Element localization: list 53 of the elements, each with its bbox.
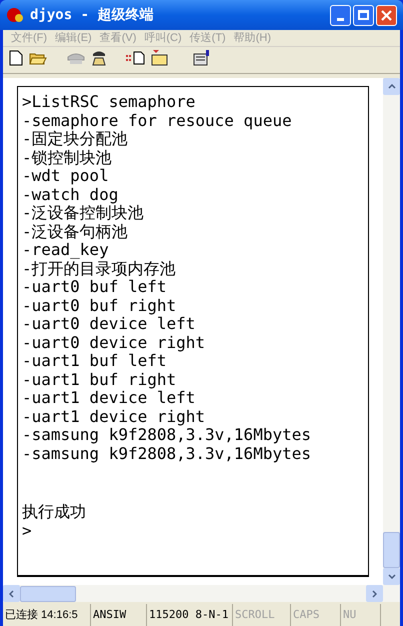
terminal-line: -samsung k9f2808,3.3v,16Mbytes [22,444,311,463]
terminal-line: -锁控制块池 [22,148,112,167]
status-field: NU [341,604,381,626]
window-title: djyos - 超级终端 [30,6,154,24]
status-field: 115200 8-N-1 [147,604,233,626]
status-field: CAPS [291,604,341,626]
terminal-line: -固定块分配池 [22,130,128,148]
menu-item[interactable]: 帮助(H) [230,30,275,46]
terminal-line: -uart1 buf right [22,370,176,389]
terminal-line: -uart1 buf left [22,352,166,370]
menu-item[interactable]: 查看(V) [96,30,140,46]
terminal-line: -read_key [22,241,109,260]
vertical-scrollbar[interactable] [383,78,400,585]
maximize-button[interactable] [353,4,374,26]
close-button[interactable] [376,4,397,26]
terminal-line: -uart0 device right [22,334,206,352]
send-document-icon[interactable] [125,51,145,65]
terminal-line: 执行成功 [22,503,86,522]
terminal-line: -samsung k9f2808,3.3v,16Mbytes [22,426,311,444]
terminal-line: -泛设备句柄池 [22,222,128,241]
terminal-line: -打开的目录项内存池 [22,260,176,278]
terminal-line: -semaphore for resouce queue [22,112,292,130]
terminal-line: -uart0 device left [22,315,196,334]
terminal-line: -uart1 device right [22,408,206,426]
terminal-line: -watch dog [22,186,118,204]
new-document-icon[interactable] [9,50,23,66]
terminal-line: > [22,522,32,540]
properties-icon[interactable] [193,50,211,66]
terminal-line: -uart0 buf left [22,278,166,296]
chevron-right-icon[interactable] [372,590,377,598]
chevron-down-icon[interactable] [388,574,396,579]
horizontal-scrollbar[interactable] [3,585,400,602]
menu-item[interactable]: 传送(T) [186,30,230,46]
status-field: 已连接 14:16:5 [3,604,91,626]
terminal-line: -泛设备控制块池 [22,204,144,222]
minimize-button[interactable] [330,4,351,26]
chevron-left-icon[interactable] [9,590,14,598]
terminal-line: >ListRSC semaphore [22,93,196,112]
status-field: ANSIW [91,604,147,626]
terminal-line: -wdt pool [22,167,109,186]
scrollbar-thumb[interactable] [20,586,76,602]
status-field: SCROLL [233,604,291,626]
folder-icon[interactable] [29,51,47,65]
receive-folder-icon[interactable] [151,50,169,66]
menu-item[interactable]: 编辑(E) [51,30,96,46]
scrollbar-thumb[interactable] [383,532,400,568]
menu-item[interactable]: 呼叫(C) [140,30,186,46]
terminal-line: -uart1 device left [22,389,196,408]
close-icon [381,10,392,20]
menu-item[interactable]: 文件(F) [7,30,52,46]
terminal[interactable] [17,86,369,577]
terminal-line: -uart0 buf right [22,296,176,315]
chevron-up-icon[interactable] [388,84,396,89]
